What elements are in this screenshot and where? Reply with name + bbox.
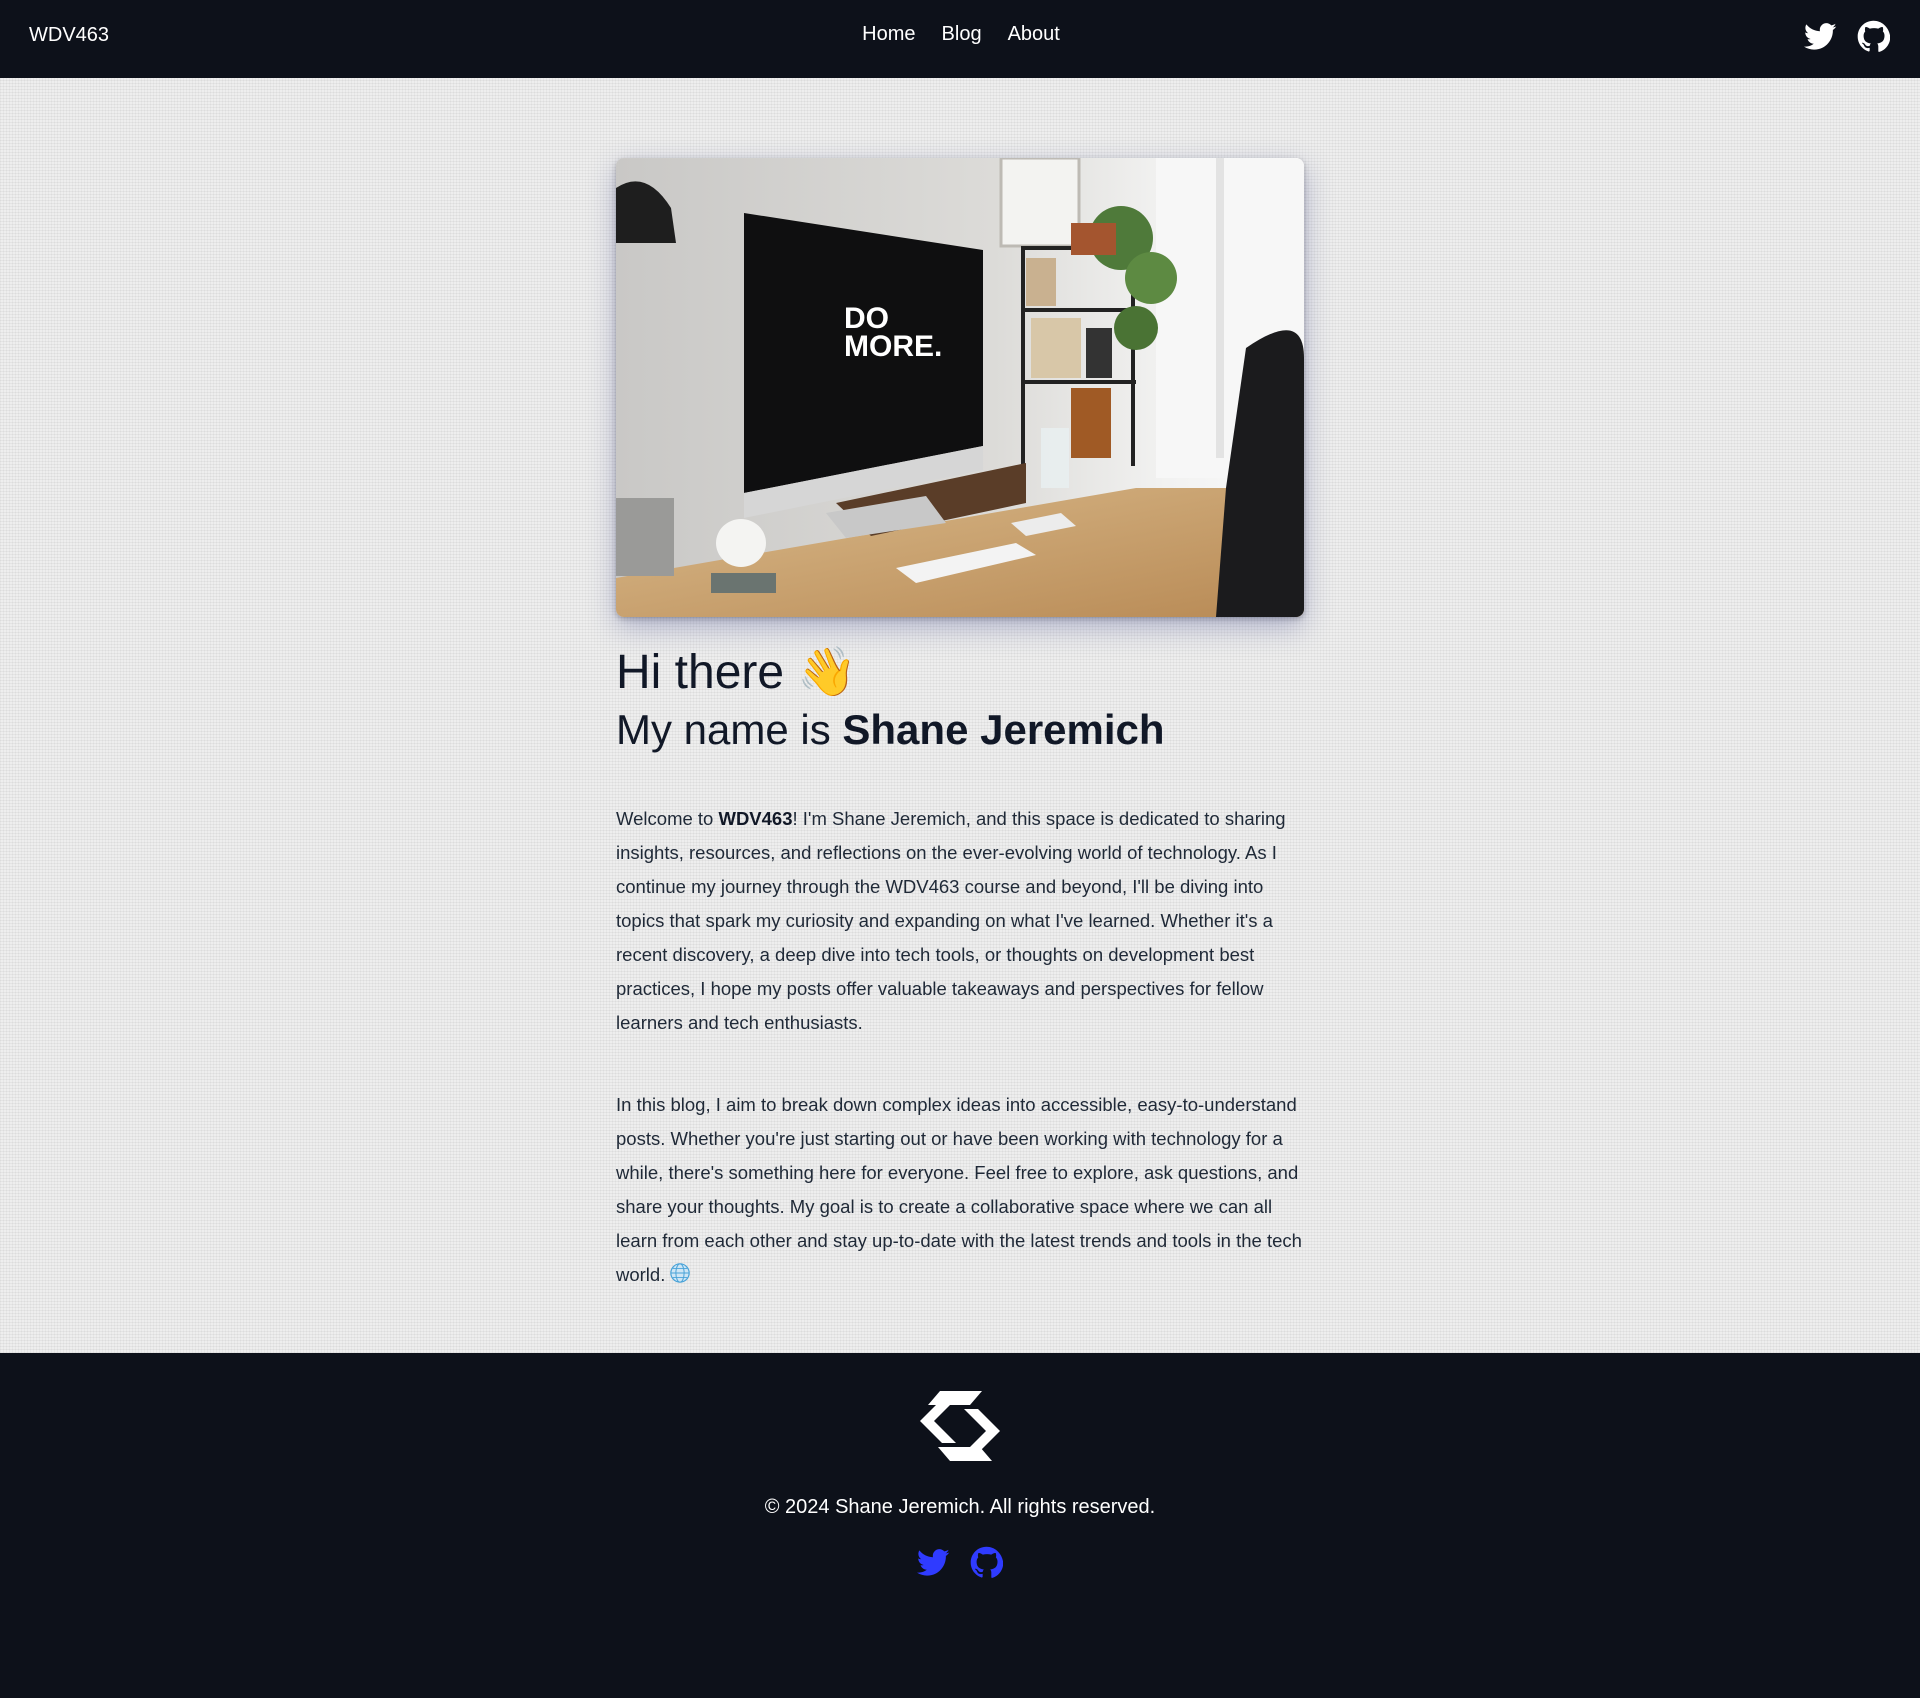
welcome-body: ! I'm Shane Jeremich, and this space is …	[616, 808, 1286, 1033]
site-logo-icon	[920, 1391, 1000, 1461]
site-footer: © 2024 Shane Jeremich. All rights reserv…	[0, 1353, 1920, 1698]
globe-icon	[669, 1261, 691, 1283]
blog-body: In this blog, I aim to break down comple…	[616, 1094, 1302, 1285]
author-name: Shane Jeremich	[842, 706, 1165, 753]
footer-social-links	[0, 1546, 1920, 1579]
greeting-heading: Hi there 👋	[616, 645, 1304, 701]
intro-prefix: My name is	[616, 706, 843, 753]
nav-about[interactable]: About	[1008, 23, 1060, 46]
site-header: WDV463 Home Blog About	[0, 0, 1920, 78]
blog-paragraph: In this blog, I aim to break down comple…	[616, 1088, 1304, 1292]
twitter-icon[interactable]	[1804, 20, 1837, 53]
main-nav: Home Blog About	[0, 23, 1920, 46]
intro-heading: My name is Shane Jeremich	[616, 703, 1304, 757]
copyright-text: © 2024 Shane Jeremich. All rights reserv…	[764, 1496, 1156, 1518]
welcome-brand: WDV463	[718, 808, 793, 829]
main-content: DO MORE. Hi there 👋 My name is Shane Jer…	[616, 158, 1304, 1292]
hero-screen-text-2: MORE.	[844, 330, 942, 363]
github-icon[interactable]	[1857, 20, 1890, 53]
hero-desk-image: DO MORE.	[616, 158, 1304, 617]
nav-blog[interactable]: Blog	[942, 23, 982, 46]
wave-emoji: 👋	[797, 646, 858, 699]
twitter-icon[interactable]	[917, 1546, 950, 1579]
greeting-text: Hi there	[616, 646, 785, 699]
github-icon[interactable]	[970, 1546, 1003, 1579]
welcome-prefix: Welcome to	[616, 808, 719, 829]
nav-home[interactable]: Home	[862, 23, 915, 46]
welcome-paragraph: Welcome to WDV463! I'm Shane Jeremich, a…	[616, 802, 1304, 1040]
header-social-links	[1804, 20, 1890, 53]
